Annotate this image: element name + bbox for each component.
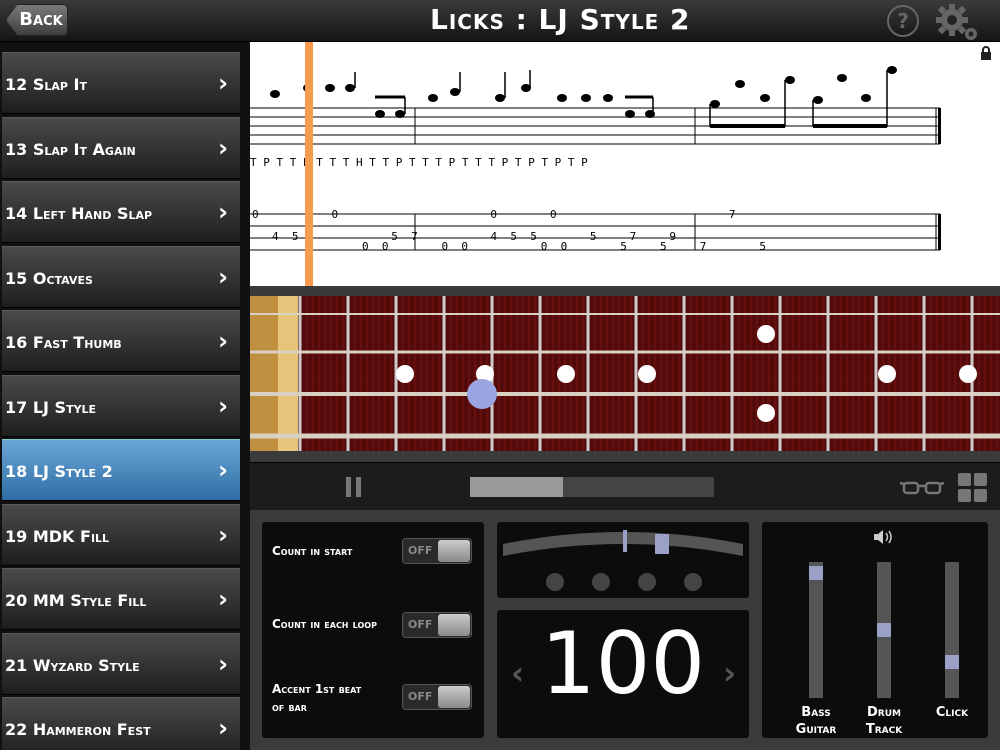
grid-view-icon[interactable]: [958, 473, 988, 503]
tab-row-top: 0 0 0 0 7: [252, 208, 735, 221]
help-icon[interactable]: ?: [887, 5, 919, 37]
settings-gear-icon[interactable]: [934, 2, 980, 42]
list-item-label: 13 Slap It Again: [5, 140, 136, 159]
notation-staff: T P T T P T T T H T T P T T T P T T T P …: [250, 42, 941, 286]
pause-icon[interactable]: [346, 477, 364, 497]
active-note-marker: [467, 379, 497, 409]
speaker-icon: [874, 530, 892, 544]
list-item-label: 18 LJ Style 2: [5, 462, 113, 481]
glasses-icon[interactable]: [900, 479, 944, 497]
transport-bar: [250, 462, 1000, 510]
list-item-label: 16 Fast Thumb: [5, 333, 122, 352]
list-item[interactable]: 20 MM Style Fill ›: [2, 568, 240, 630]
lick-list: 12 Slap It › 13 Slap It Again › 14 Left …: [0, 42, 250, 750]
beat-meter: [503, 530, 743, 591]
list-item[interactable]: 14 Left Hand Slap ›: [2, 181, 240, 243]
chevron-right-icon: ›: [218, 134, 228, 162]
toggle-state: OFF: [408, 618, 433, 631]
list-item-label: 17 LJ Style: [5, 398, 97, 417]
click-label: Click: [922, 704, 982, 721]
list-item[interactable]: 12 Slap It ›: [2, 52, 240, 114]
chevron-right-icon: ›: [218, 392, 228, 420]
chevron-right-icon: ›: [218, 521, 228, 549]
playback-progress-bar[interactable]: [470, 477, 714, 497]
accent-beat-label: Accent 1st beat of bar: [272, 680, 361, 716]
count-in-loop-toggle[interactable]: OFF: [402, 612, 472, 638]
bass-guitar-fader[interactable]: [809, 562, 823, 698]
playback-progress-fill: [470, 477, 563, 497]
count-in-start-toggle[interactable]: OFF: [402, 538, 472, 564]
drum-label-line1: Drum: [867, 705, 901, 720]
beat-indicator-panel: [497, 522, 749, 598]
accent-label-line1: Accent 1st beat: [272, 682, 362, 696]
back-button[interactable]: Back: [6, 4, 68, 36]
list-item-label: 22 Hammeron Fest: [5, 720, 151, 739]
list-item-label: 15 Octaves: [5, 269, 93, 288]
tempo-value: 100: [540, 614, 706, 714]
list-item-label: 21 Wyzard Style: [5, 656, 140, 675]
click-fader[interactable]: [945, 562, 959, 698]
playhead[interactable]: [305, 42, 313, 286]
bass-guitar-label: Bass Guitar: [786, 704, 846, 738]
controls-area: Count in start OFF Count in each loop OF…: [250, 510, 1000, 750]
list-item[interactable]: 16 Fast Thumb ›: [2, 310, 240, 372]
technique-row: T P T T P T T T H T T P T T T P T T T P …: [250, 156, 588, 169]
fretboard-panel: [250, 286, 1000, 462]
drum-track-label: Drum Track: [854, 704, 914, 738]
tempo-increase-button[interactable]: ›: [723, 654, 736, 692]
chevron-right-icon: ›: [218, 263, 228, 291]
tempo-panel: ‹ 100 ›: [497, 610, 749, 738]
fretboard-graphic: [250, 296, 1000, 451]
chevron-right-icon: ›: [218, 327, 228, 355]
score-sheet[interactable]: T P T T P T T T H T T P T T T P T T T P …: [250, 42, 1000, 286]
page-title: Licks : LJ Style 2: [430, 3, 691, 36]
chevron-right-icon: ›: [218, 650, 228, 678]
count-in-loop-label: Count in each loop: [272, 617, 377, 631]
bass-label-line2: Guitar: [795, 722, 837, 737]
fretboard[interactable]: [250, 296, 1000, 451]
list-item[interactable]: 19 MDK Fill ›: [2, 504, 240, 566]
drum-label-line2: Track: [865, 722, 903, 737]
top-bar: Back Licks : LJ Style 2 ?: [0, 0, 1000, 42]
toggle-state: OFF: [408, 544, 433, 557]
list-item-label: 12 Slap It: [5, 75, 87, 94]
list-item-label: 20 MM Style Fill: [5, 591, 147, 610]
chevron-right-icon: ›: [218, 69, 228, 97]
chevron-right-icon: ›: [218, 714, 228, 742]
lock-icon[interactable]: [980, 46, 992, 60]
accent-label-line2: of bar: [272, 700, 307, 714]
chevron-right-icon: ›: [218, 198, 228, 226]
list-item[interactable]: 21 Wyzard Style ›: [2, 633, 240, 695]
list-item[interactable]: 13 Slap It Again ›: [2, 117, 240, 179]
count-in-start-label: Count in start: [272, 544, 353, 558]
list-item-selected[interactable]: 18 LJ Style 2 ›: [2, 439, 240, 501]
toggle-state: OFF: [408, 690, 433, 703]
chevron-right-icon: ›: [218, 585, 228, 613]
bass-label-line1: Bass: [801, 705, 831, 720]
accent-beat-toggle[interactable]: OFF: [402, 684, 472, 710]
click-label-line1: Click: [935, 705, 969, 720]
drum-track-fader[interactable]: [877, 562, 891, 698]
list-item[interactable]: 22 Hammeron Fest ›: [2, 697, 240, 750]
chevron-right-icon: ›: [218, 456, 228, 484]
mixer-panel: Bass Guitar Drum Track Click: [762, 522, 988, 738]
list-item[interactable]: 17 LJ Style ›: [2, 375, 240, 437]
tab-row-bottom: 0 0 0 0 0 0 5 5 7 5: [362, 240, 766, 253]
list-item-label: 14 Left Hand Slap: [5, 204, 153, 223]
list-item[interactable]: 15 Octaves ›: [2, 246, 240, 308]
list-item-label: 19 MDK Fill: [5, 527, 110, 546]
options-panel: Count in start OFF Count in each loop OF…: [262, 522, 484, 738]
